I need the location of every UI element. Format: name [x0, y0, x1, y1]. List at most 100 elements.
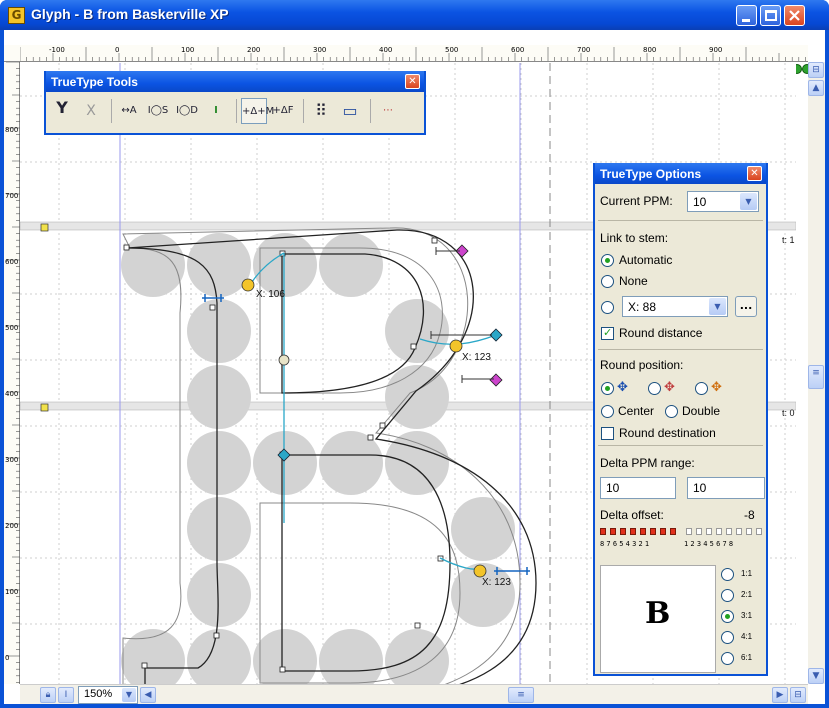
- scroll-right-button[interactable]: ▶: [772, 687, 788, 703]
- delta-cell[interactable]: [716, 528, 722, 535]
- final-delta-tool-icon[interactable]: +ΔF: [270, 98, 296, 124]
- scale-radio[interactable]: [721, 652, 734, 665]
- ruler-tick-label: 600: [5, 258, 19, 266]
- ruler-tick-label: 300: [5, 456, 19, 464]
- round-position-option-1-radio[interactable]: [601, 382, 614, 395]
- grid-tool-icon[interactable]: ⠿: [308, 98, 334, 124]
- options-menu-icon[interactable]: ⋯: [375, 98, 401, 124]
- middle-delta-tool-icon[interactable]: +Δ+M: [241, 98, 274, 124]
- delta-cell[interactable]: [670, 528, 676, 535]
- scroll-down-button[interactable]: ▼: [808, 668, 824, 684]
- stem-select[interactable]: X: 88 ▼: [622, 296, 728, 317]
- link-to-stem-label: Link to stem:: [600, 231, 669, 245]
- delta-cell[interactable]: [726, 528, 732, 535]
- horizontal-ruler[interactable]: -100 0 100 200 300 400 500 600 700 800 900: [4, 45, 822, 74]
- x-align-tool-icon[interactable]: X: [78, 98, 104, 124]
- distance-label: X: 123: [462, 352, 491, 363]
- single-link-tool-icon[interactable]: I◯S: [145, 98, 171, 124]
- palette-title-bar[interactable]: TrueType Options ✕: [595, 163, 766, 184]
- delta-cell[interactable]: [650, 528, 656, 535]
- tools-toolbar: Y X ↔A I◯S I◯D I +Δ+M +ΔF ⠿ ▭ ⋯: [49, 94, 421, 128]
- preview-tool-icon[interactable]: ▭: [337, 98, 363, 124]
- delta-cell[interactable]: [610, 528, 616, 535]
- delta-offset-label: Delta offset:: [600, 508, 664, 522]
- scroll-up-button[interactable]: ▲: [808, 80, 824, 96]
- y-align-tool-icon[interactable]: Y: [49, 98, 75, 124]
- delta-cell[interactable]: [660, 528, 666, 535]
- delta-cell[interactable]: [640, 528, 646, 535]
- round-marker-icon[interactable]: [241, 278, 255, 292]
- vertical-scrollbar[interactable]: ⊟ ▲ ≡ ▼: [808, 62, 825, 684]
- zoom-select[interactable]: 150% ▼: [78, 686, 138, 704]
- delta-section: Delta PPM range: 10 10 Delta offset: -8 …: [598, 446, 765, 561]
- ruler-tick-label: 800: [643, 46, 657, 54]
- delta-negative-scale: 87654321: [600, 540, 652, 548]
- scale-radio[interactable]: [721, 568, 734, 581]
- round-distance-checkbox[interactable]: [601, 326, 614, 340]
- delta-cell[interactable]: [686, 528, 692, 535]
- round-center-radio[interactable]: [601, 405, 614, 418]
- text-cursor-button[interactable]: I: [58, 687, 74, 703]
- stem-more-button[interactable]: ...: [735, 296, 757, 317]
- vertical-ruler[interactable]: 800 700 600 500 400 300 200 100 0: [4, 62, 20, 684]
- scale-radio[interactable]: [721, 610, 734, 623]
- delta-cell[interactable]: [620, 528, 626, 535]
- preview-glyph: B: [645, 596, 671, 631]
- close-icon[interactable]: ✕: [747, 166, 762, 181]
- link-none-radio[interactable]: [601, 275, 614, 288]
- delta-ppm-to-input[interactable]: 10: [687, 477, 765, 499]
- double-label: Double: [682, 404, 721, 418]
- link-stem-radio[interactable]: [601, 301, 614, 314]
- delta-cell[interactable]: [696, 528, 702, 535]
- more-label: ...: [739, 299, 753, 312]
- maximize-button[interactable]: [760, 5, 781, 26]
- chevron-down-icon: ▼: [740, 193, 757, 210]
- delta-ppm-from-value: 10: [606, 481, 620, 495]
- minimize-button[interactable]: [736, 5, 757, 26]
- link-automatic-radio[interactable]: [601, 254, 614, 267]
- panel-button[interactable]: ⊟: [790, 687, 806, 703]
- side-label: t: 0: [782, 408, 795, 418]
- current-ppm-select[interactable]: 10 ▼: [687, 191, 759, 212]
- interpolate-tool-icon[interactable]: I: [203, 98, 229, 124]
- h-scroll-thumb[interactable]: ≡: [508, 687, 534, 703]
- delta-ppm-from-input[interactable]: 10: [600, 477, 676, 499]
- delta-cell[interactable]: [630, 528, 636, 535]
- round-marker-icon[interactable]: [449, 339, 463, 353]
- horizontal-scrollbar[interactable]: 🔒︎ I 150% ▼ ◀ ≡ ▶ ⊟: [20, 684, 808, 704]
- delta-ppm-label: Delta PPM range:: [600, 456, 695, 470]
- close-icon[interactable]: ✕: [405, 74, 420, 89]
- round-position-section: Round position: ✥ ✥ ✥ Center Double Roun…: [598, 350, 763, 446]
- delta-cell[interactable]: [736, 528, 742, 535]
- stem-value: X: 88: [628, 300, 657, 314]
- delta-offset-slider[interactable]: [600, 528, 765, 538]
- scale-radio[interactable]: [721, 631, 734, 644]
- delta-cell[interactable]: [706, 528, 712, 535]
- title-bar[interactable]: G Glyph - B from Baskerville XP: [0, 0, 829, 30]
- delta-cell[interactable]: [756, 528, 762, 535]
- round-destination-checkbox[interactable]: [601, 427, 614, 440]
- ruler-tick-label: 0: [5, 654, 10, 662]
- distance-label: X: 106: [256, 289, 285, 300]
- round-position-label: Round position:: [600, 358, 684, 372]
- close-button[interactable]: [784, 5, 805, 26]
- minimize-icon: [742, 19, 750, 22]
- double-link-tool-icon[interactable]: I◯D: [174, 98, 200, 124]
- round-position-option-2-radio[interactable]: [648, 382, 661, 395]
- scale-radio[interactable]: [721, 589, 734, 602]
- scale-label: 6:1: [741, 653, 753, 662]
- close-icon: [789, 10, 800, 21]
- scroll-thumb[interactable]: ≡: [808, 365, 824, 389]
- align-tool-icon[interactable]: ↔A: [116, 98, 142, 124]
- scroll-left-button[interactable]: ◀: [140, 687, 156, 703]
- round-marker-icon[interactable]: [473, 564, 487, 578]
- ppm-section: Current PPM: 10 ▼: [598, 186, 763, 221]
- lock-button[interactable]: 🔒︎: [40, 687, 56, 703]
- round-double-radio[interactable]: [665, 405, 678, 418]
- delta-cell[interactable]: [746, 528, 752, 535]
- current-ppm-value: 10: [693, 195, 707, 209]
- round-position-option-3-radio[interactable]: [695, 382, 708, 395]
- panel-toggle-button[interactable]: ⊟: [808, 62, 824, 78]
- delta-cell[interactable]: [600, 528, 606, 535]
- palette-title-bar[interactable]: TrueType Tools ✕: [46, 71, 424, 92]
